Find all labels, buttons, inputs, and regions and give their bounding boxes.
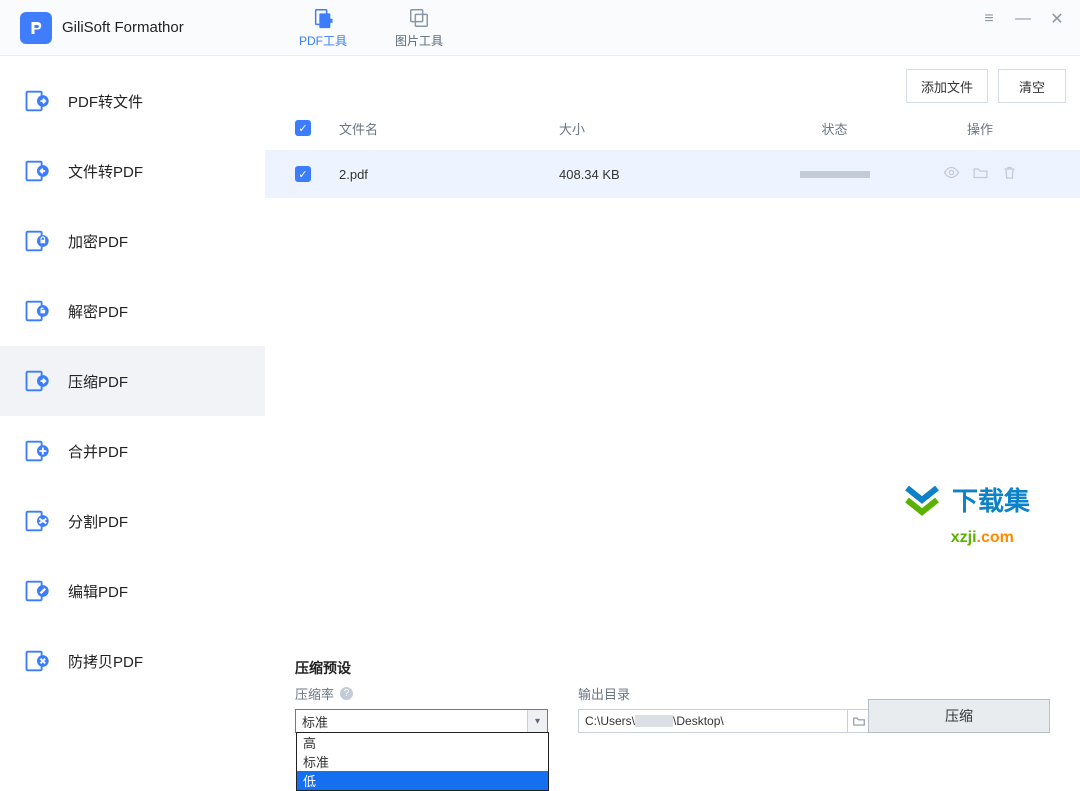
sidebar-item-2[interactable]: 加密PDF	[0, 206, 265, 276]
close-button[interactable]: ✕	[1048, 10, 1066, 28]
app-logo: GiliSoft Formathor	[0, 12, 265, 44]
image-stack-icon	[408, 7, 430, 29]
sidebar-icon	[22, 156, 52, 186]
main-panel: 添加文件 清空 文件名 大小 状态 操作 2.pdf408.34 KB 下载集 …	[265, 56, 1080, 753]
file-size: 408.34 KB	[559, 167, 759, 182]
sidebar-item-label: 压缩PDF	[68, 371, 128, 392]
tab-pdf-tools[interactable]: PDF PDF工具	[295, 1, 351, 55]
open-folder-icon[interactable]	[972, 164, 989, 184]
sidebar-item-label: 文件转PDF	[68, 161, 143, 182]
sidebar-item-0[interactable]: PDF转文件	[0, 66, 265, 136]
sidebar-item-5[interactable]: 合并PDF	[0, 416, 265, 486]
dropdown-option[interactable]: 标准	[297, 752, 548, 771]
svg-text:PDF: PDF	[321, 19, 333, 25]
col-ops-header: 操作	[910, 119, 1050, 138]
sidebar-icon	[22, 226, 52, 256]
preview-icon[interactable]	[943, 164, 960, 184]
sidebar-icon	[22, 366, 52, 396]
chevron-down-icon: ▾	[527, 710, 547, 732]
sidebar-item-3[interactable]: 解密PDF	[0, 276, 265, 346]
tab-image-tools[interactable]: 图片工具	[391, 1, 447, 55]
sidebar-item-8[interactable]: 防拷贝PDF	[0, 626, 265, 696]
sidebar-item-1[interactable]: 文件转PDF	[0, 136, 265, 206]
sidebar: PDF转文件文件转PDF 加密PDF 解密PDF 压缩PDF 合并PDF 分割PDF 编辑P…	[0, 56, 265, 753]
watermark: 下载集 xzji.com	[905, 486, 1030, 546]
sidebar-icon	[22, 296, 52, 326]
col-name-header: 文件名	[339, 119, 559, 138]
titlebar: GiliSoft Formathor PDF PDF工具 图片工具 ≡ — ✕	[0, 0, 1080, 56]
sidebar-item-label: PDF转文件	[68, 91, 143, 112]
top-tabs: PDF PDF工具 图片工具	[295, 1, 447, 55]
ratio-label: 压缩率 ?	[295, 684, 548, 703]
sidebar-item-label: 解密PDF	[68, 301, 128, 322]
help-icon[interactable]: ?	[340, 687, 353, 700]
logo-icon	[20, 12, 52, 44]
file-name: 2.pdf	[339, 167, 559, 182]
sidebar-item-label: 合并PDF	[68, 441, 128, 462]
folder-icon[interactable]	[847, 710, 869, 732]
sidebar-icon	[22, 86, 52, 116]
window-controls: ≡ — ✕	[980, 10, 1066, 28]
compression-select[interactable]: 标准 ▾ 高标准低	[295, 709, 548, 733]
table-row[interactable]: 2.pdf408.34 KB	[265, 150, 1080, 198]
output-path-input[interactable]: C:\Users\\Desktop\	[578, 709, 870, 733]
dropdown-option[interactable]: 高	[297, 733, 548, 752]
row-checkbox[interactable]	[295, 166, 311, 182]
delete-icon[interactable]	[1001, 164, 1018, 184]
tab-pdf-label: PDF工具	[299, 32, 347, 49]
clear-button[interactable]: 清空	[998, 69, 1066, 103]
sidebar-item-6[interactable]: 分割PDF	[0, 486, 265, 556]
menu-button[interactable]: ≡	[980, 10, 998, 28]
file-status	[759, 171, 910, 178]
sidebar-item-label: 分割PDF	[68, 511, 128, 532]
minimize-button[interactable]: —	[1014, 10, 1032, 28]
redacted-text	[635, 715, 673, 727]
app-name: GiliSoft Formathor	[62, 19, 184, 36]
compress-button[interactable]: 压缩	[868, 699, 1050, 733]
sidebar-icon	[22, 646, 52, 676]
select-all-checkbox[interactable]	[295, 120, 311, 136]
sidebar-item-4[interactable]: 压缩PDF	[0, 346, 265, 416]
sidebar-item-7[interactable]: 编辑PDF	[0, 556, 265, 626]
add-file-button[interactable]: 添加文件	[906, 69, 988, 103]
settings-panel: 压缩预设 压缩率 ? 标准 ▾ 高标准低 输出目录 C:\	[265, 642, 1080, 753]
chevron-down-icon	[905, 486, 939, 520]
col-status-header: 状态	[759, 119, 910, 138]
dropdown-option[interactable]: 低	[297, 771, 548, 790]
action-bar: 添加文件 清空	[265, 56, 1080, 106]
table-header: 文件名 大小 状态 操作	[265, 106, 1080, 150]
sidebar-icon	[22, 576, 52, 606]
settings-title: 压缩预设	[295, 658, 1050, 678]
tab-image-label: 图片工具	[395, 32, 443, 49]
sidebar-item-label: 防拷贝PDF	[68, 651, 143, 672]
compression-dropdown: 高标准低	[296, 732, 549, 791]
col-size-header: 大小	[559, 119, 759, 138]
sidebar-item-label: 加密PDF	[68, 231, 128, 252]
sidebar-icon	[22, 506, 52, 536]
sidebar-item-label: 编辑PDF	[68, 581, 128, 602]
doc-pdf-icon: PDF	[312, 7, 334, 29]
sidebar-icon	[22, 436, 52, 466]
